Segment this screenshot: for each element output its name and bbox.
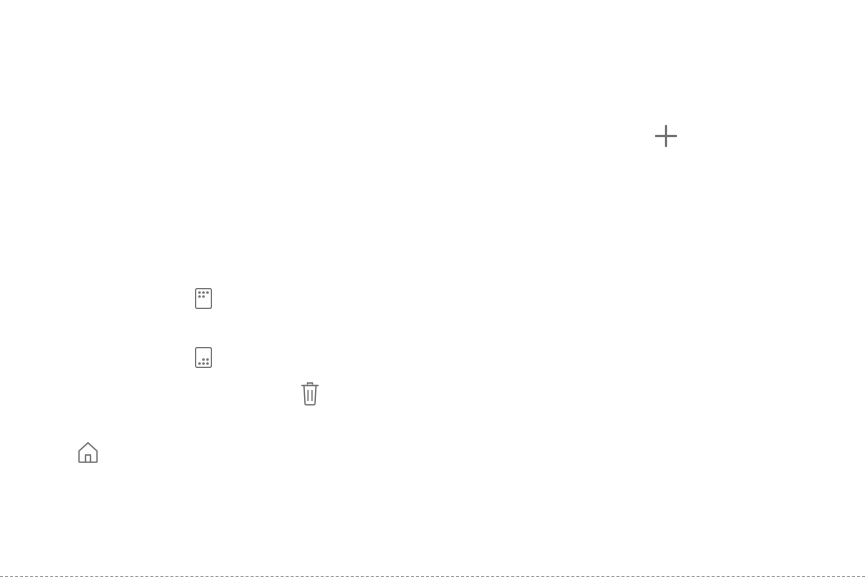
home-icon[interactable] [77,441,99,463]
trash-icon[interactable] [301,382,319,406]
apps-screen-layout-top-icon[interactable] [195,288,212,309]
apps-screen-layout-bottom-icon[interactable] [195,347,212,368]
add-icon[interactable] [655,125,677,147]
